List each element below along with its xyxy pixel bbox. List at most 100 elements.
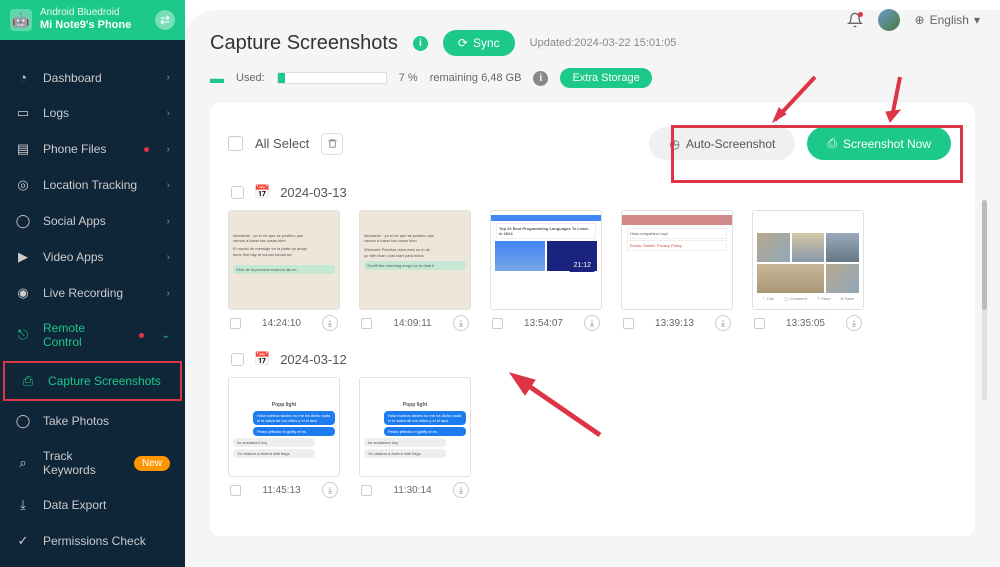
swap-device-icon[interactable]: ⇄ [155,10,175,30]
nav-label: Remote Control [43,321,127,349]
nav-icon: ▶ [15,249,31,265]
thumbnail-checkbox[interactable] [492,318,503,329]
crop-icon: ⎙ [827,136,837,151]
thumbnail-image: ◷♡ Like◯ Comment⇪ Send⊕ Save [752,210,864,310]
sidebar: 🤖 Android Bluedroid Mi Note9's Phone ⇄ ◔… [0,0,185,567]
info-icon[interactable]: i [413,36,428,51]
screenshot-thumbnail[interactable]: ◷Almirante · yo to be que se positivo qu… [228,210,340,331]
nav-label: Dashboard [43,71,155,85]
sidebar-item-permissions-check[interactable]: ✓Permissions Check [0,523,185,559]
download-icon[interactable]: ⤓ [584,315,600,331]
sidebar-item-phone-files[interactable]: ▤Phone Files› [0,131,185,167]
date-checkbox[interactable] [231,353,244,366]
device-model: Mi Note9's Phone [40,19,147,32]
thumbnail-checkbox[interactable] [623,318,634,329]
updated-text: Updated:2024-03-22 15:01:05 [530,37,677,49]
thumbnail-time: 13:39:13 [655,318,694,329]
download-icon[interactable]: ⤓ [322,315,338,331]
sidebar-item-logs[interactable]: ▭Logs› [0,95,185,131]
thumbnail-image: ◷Popp lightHola buenos tardes no me ha d… [359,377,471,477]
nav-label: Logs [43,106,155,120]
screenshot-thumbnail[interactable]: ◷Popp lightHola buenos tardes no me ha d… [228,377,340,498]
screenshot-thumbnail[interactable]: ◷Hola compañero hoy!Errors: Delete: Priv… [621,210,733,331]
storage-progress [277,72,387,84]
screenshots-card: All Select ◷ Auto-Screenshot ⎙ Screensho… [210,103,975,536]
device-platform: Android Bluedroid [40,7,147,19]
device-header: 🤖 Android Bluedroid Mi Note9's Phone ⇄ [0,0,185,40]
screenshot-thumbnail[interactable]: ◷Almirante · yo to be que se positivo qu… [359,210,471,331]
delete-button[interactable] [321,133,343,155]
alert-dot [144,147,149,152]
scrollbar[interactable] [982,200,987,400]
screenshot-thumbnail[interactable]: ◷Top 20 Best Programming Languages To Le… [490,210,602,331]
sidebar-item-location-tracking[interactable]: ◎Location Tracking› [0,167,185,203]
nav-icon: ⤓ [15,497,31,513]
auto-label: Auto-Screenshot [686,137,775,151]
sidebar-item-social-apps[interactable]: ◯Social Apps› [0,203,185,239]
date-label: 2024-03-13 [280,185,347,200]
thumbnail-image: ◷Hola compañero hoy!Errors: Delete: Priv… [621,210,733,310]
refresh-icon: ⟳ [458,36,468,50]
chevron-right-icon: › [167,144,170,155]
download-icon[interactable]: ⤓ [715,315,731,331]
thumbnail-time: 11:30:14 [393,485,431,496]
date-section: 📅2024-03-12◷Popp lightHola buenos tardes… [228,351,957,498]
chevron-right-icon: › [167,252,170,263]
nav-label: Phone Files [43,142,132,156]
download-icon[interactable]: ⤓ [453,482,469,498]
auto-screenshot-button[interactable]: ◷ Auto-Screenshot [649,127,795,160]
sidebar-item-live-recording[interactable]: ◉Live Recording› [0,275,185,311]
action-buttons: ◷ Auto-Screenshot ⎙ Screenshot Now [643,121,957,166]
thumbnail-image: ◷Top 20 Best Programming Languages To Le… [490,210,602,310]
sidebar-item-data-export[interactable]: ⤓Data Export [0,487,185,523]
screenshot-thumbnail[interactable]: ◷Popp lightHola buenos tardes no me ha d… [359,377,471,498]
nav-icon: ⎙ [20,373,36,389]
nav-label: Take Photos [43,414,170,428]
nav-label: Location Tracking [43,178,155,192]
sidebar-item-track-keywords[interactable]: ⌕Track KeywordsNew [0,439,185,487]
sidebar-item-capture-screenshots[interactable]: ⎙Capture Screenshots [3,361,182,401]
chevron-right-icon: › [167,72,170,83]
sidebar-item-dashboard[interactable]: ◔Dashboard› [0,60,185,95]
nav-icon: ◉ [15,285,31,301]
screenshot-now-button[interactable]: ⎙ Screenshot Now [807,127,951,160]
chevron-right-icon: › [167,108,170,119]
thumbnail-time: 14:09:11 [393,318,431,329]
chevron-down-icon: ⌄ [162,330,170,341]
thumbnail-checkbox[interactable] [361,318,372,329]
storage-info-icon[interactable]: i [533,71,548,86]
date-checkbox[interactable] [231,186,244,199]
thumbnail-image: ◷Almirante · yo to be que se positivo qu… [228,210,340,310]
all-select-label: All Select [255,136,309,151]
download-icon[interactable]: ⤓ [846,315,862,331]
thumbnail-checkbox[interactable] [230,485,241,496]
sidebar-item-video-apps[interactable]: ▶Video Apps› [0,239,185,275]
select-all-checkbox[interactable] [228,136,243,151]
nav-icon: ◎ [15,177,31,193]
used-label: Used: [236,72,265,84]
avatar[interactable] [878,9,900,31]
extra-storage-button[interactable]: Extra Storage [560,68,651,88]
nav-icon: ⎋ [15,327,31,343]
globe-icon: ⊕ [915,13,925,27]
sidebar-item-take-photos[interactable]: ◯Take Photos [0,403,185,439]
nav-icon: ✓ [15,533,31,549]
alert-dot [139,333,144,338]
language-selector[interactable]: ⊕ English ▾ [915,13,980,27]
calendar-icon: 📅 [254,351,270,367]
nav-icon: ◯ [15,213,31,229]
thumbnail-checkbox[interactable] [754,318,765,329]
screenshot-thumbnail[interactable]: ◷♡ Like◯ Comment⇪ Send⊕ Save13:35:05⤓ [752,210,864,331]
thumbnail-checkbox[interactable] [361,485,372,496]
nav-label: Social Apps [43,214,155,228]
nav-icon: ⌕ [15,455,31,471]
sync-button[interactable]: ⟳ Sync [443,30,515,56]
download-icon[interactable]: ⤓ [322,482,338,498]
now-label: Screenshot Now [843,137,931,151]
notifications-icon[interactable] [847,12,863,28]
download-icon[interactable]: ⤓ [453,315,469,331]
sync-label: Sync [473,36,500,50]
thumbnail-checkbox[interactable] [230,318,241,329]
date-section: 📅2024-03-13◷Almirante · yo to be que se … [228,184,957,331]
sidebar-item-remote-control[interactable]: ⎋ Remote Control ⌄ [0,311,185,359]
